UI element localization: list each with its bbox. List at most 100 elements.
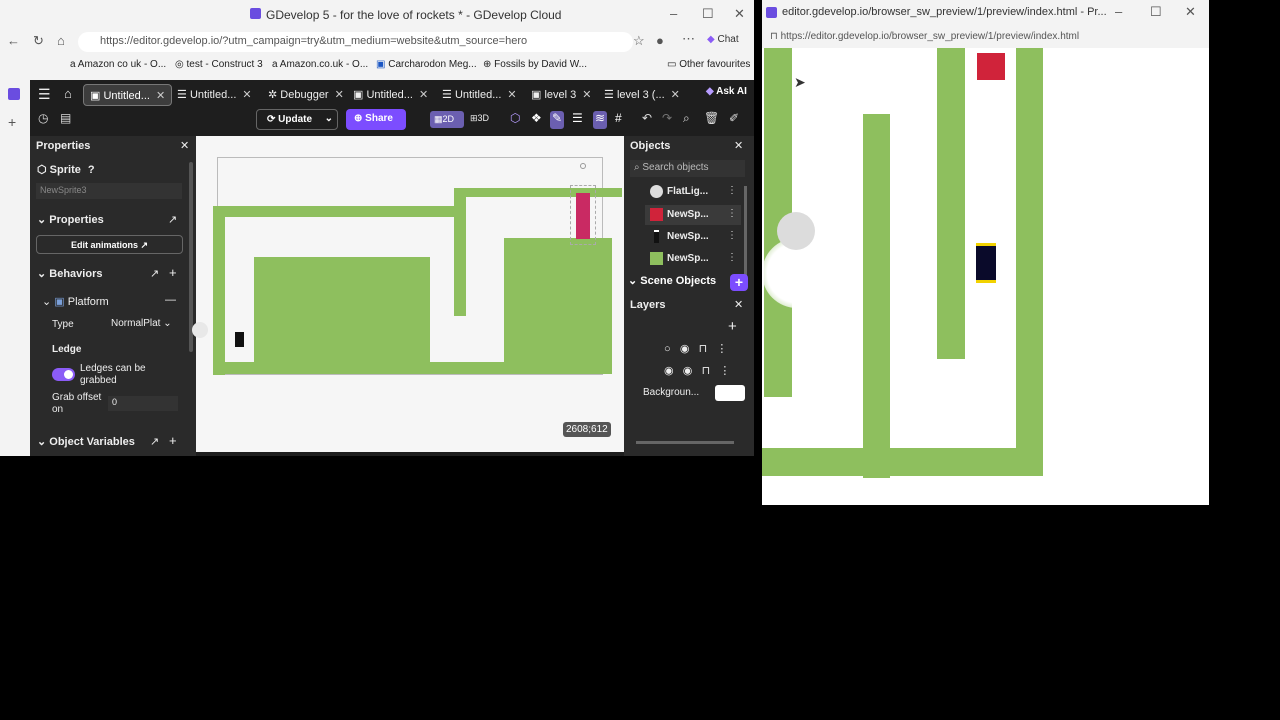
home-icon[interactable]: ⌂ xyxy=(57,33,65,48)
close-tab-icon[interactable]: ✕ xyxy=(419,89,428,101)
properties-list-icon[interactable]: ☰ xyxy=(572,111,583,129)
more-icon[interactable]: ⋮ xyxy=(727,185,737,196)
behaviors-section-toggle[interactable]: ⌄ Behaviors xyxy=(37,267,102,280)
add-behavior-icon[interactable]: + xyxy=(169,265,177,280)
close-tab-icon[interactable]: ✕ xyxy=(582,89,591,101)
close-tab-icon[interactable]: ✕ xyxy=(242,89,251,101)
open-external-icon[interactable]: ↗ xyxy=(150,435,159,448)
back-icon[interactable]: ← xyxy=(7,33,20,48)
add-icon[interactable]: + xyxy=(8,114,16,130)
close-icon[interactable]: ✕ xyxy=(734,298,743,311)
chat-button[interactable]: ◆ Chat xyxy=(707,34,739,45)
objects-group-icon[interactable]: ❖ xyxy=(531,111,542,129)
share-button[interactable]: ⊕ Share xyxy=(346,109,406,130)
close-icon[interactable]: ✕ xyxy=(180,139,189,152)
search-objects-input[interactable]: ⌕ Search objects xyxy=(630,160,745,177)
maximize-icon[interactable]: ☐ xyxy=(702,6,714,22)
more-icon[interactable]: ⋯ xyxy=(682,31,695,47)
open-external-icon[interactable]: ↗ xyxy=(150,267,159,280)
tab-level-3[interactable]: ▣ level 3 ✕ xyxy=(525,84,597,106)
edit-icon[interactable]: ✎ xyxy=(550,111,565,129)
lock-icon[interactable]: ⊓ xyxy=(699,343,708,355)
maximize-icon[interactable]: ☐ xyxy=(1150,4,1162,20)
mode-2d-toggle[interactable]: ▦2D xyxy=(430,111,464,128)
selection-handles[interactable] xyxy=(570,185,596,245)
list-item[interactable]: NewSp... ⋮ xyxy=(645,227,741,247)
close-icon[interactable]: ✕ xyxy=(734,139,743,152)
help-icon[interactable]: ? xyxy=(88,164,95,176)
player-sprite[interactable] xyxy=(235,332,244,347)
open-external-icon[interactable]: ↗ xyxy=(168,213,177,226)
scrollbar[interactable] xyxy=(189,162,193,352)
visibility-icon[interactable]: ◉ xyxy=(680,343,690,355)
more-icon[interactable]: ⋮ xyxy=(727,230,737,241)
history-icon[interactable]: ◷ xyxy=(38,111,48,129)
bookmark-item[interactable]: a Amazon co uk - O... xyxy=(70,59,166,70)
layer-row[interactable]: ◉ ◉ ⊓ ⋮ xyxy=(664,364,730,377)
object-name-input[interactable]: NewSprite3 xyxy=(36,183,182,199)
bookmark-item[interactable]: ⊕ Fossils by David W... xyxy=(483,59,587,70)
add-variable-icon[interactable]: + xyxy=(169,433,177,448)
profile-icon[interactable]: ● xyxy=(656,33,664,48)
lock-icon[interactable]: ⊓ xyxy=(702,365,711,377)
edit-scene-icon[interactable]: ✐ xyxy=(729,111,739,129)
light-object[interactable] xyxy=(192,322,208,338)
more-icon[interactable]: ⋮ xyxy=(719,365,730,377)
mode-3d-toggle[interactable]: ⊞3D xyxy=(470,113,489,124)
bookmark-item[interactable]: ▭ Other favourites xyxy=(667,59,750,70)
tab-level-3-events[interactable]: ☰ level 3 (... ✕ xyxy=(598,84,686,106)
object-icon[interactable]: ⬡ xyxy=(510,111,520,129)
remove-behavior-icon[interactable]: — xyxy=(165,294,176,306)
horizontal-scrollbar[interactable] xyxy=(636,441,734,444)
close-tab-icon[interactable]: ✕ xyxy=(156,90,165,102)
grid-toggle-icon[interactable]: # xyxy=(615,111,622,129)
address-bar[interactable]: ⊓ https://editor.gdevelop.io/browser_sw_… xyxy=(762,24,1209,48)
edit-animations-button[interactable]: Edit animations ↗ xyxy=(36,235,183,254)
more-icon[interactable]: ⋮ xyxy=(727,208,737,219)
home-tab-icon[interactable]: ⌂ xyxy=(64,86,72,101)
scene-objects-header[interactable]: ⌄ Scene Objects + xyxy=(628,274,748,292)
close-tab-icon[interactable]: ✕ xyxy=(335,89,344,101)
list-item[interactable]: NewSp... ⋮ xyxy=(645,205,741,225)
layers-icon[interactable]: ≋ xyxy=(593,111,608,129)
close-tab-icon[interactable]: ✕ xyxy=(671,89,680,101)
delete-icon[interactable]: 🗑 xyxy=(704,111,719,129)
ledge-grab-toggle[interactable] xyxy=(52,368,75,381)
zoom-icon[interactable]: ⌕ xyxy=(683,111,690,129)
type-select[interactable]: NormalPlat ⌄ xyxy=(111,318,172,329)
gdevelop-app-icon[interactable] xyxy=(8,88,20,100)
layer-row[interactable]: ○ ◉ ⊓ ⋮ xyxy=(664,342,727,355)
layer-radio-selected-icon[interactable]: ◉ xyxy=(664,365,674,377)
close-tab-icon[interactable]: ✕ xyxy=(507,89,516,101)
object-variables-toggle[interactable]: ⌄ Object Variables xyxy=(37,435,135,448)
properties-section-toggle[interactable]: ⌄ Properties xyxy=(37,213,104,226)
add-layer-icon[interactable]: + xyxy=(728,318,737,335)
bookmark-item[interactable]: ◎ test - Construct 3 xyxy=(175,59,263,70)
add-object-button[interactable]: + xyxy=(730,274,748,291)
platform-behavior-row[interactable]: ⌄ ▣ Platform xyxy=(42,295,109,308)
list-item[interactable]: FlatLig... ⋮ xyxy=(645,182,741,202)
redo-icon[interactable]: ↷ xyxy=(662,111,672,129)
layer-radio-icon[interactable]: ○ xyxy=(664,343,671,355)
undo-icon[interactable]: ↶ xyxy=(642,111,652,129)
tab-untitled-3[interactable]: ▣ Untitled... ✕ xyxy=(347,84,434,106)
tab-untitled-1[interactable]: ▣ Untitled... ✕ xyxy=(83,84,173,106)
close-icon[interactable]: ✕ xyxy=(1185,4,1196,20)
background-color-swatch[interactable] xyxy=(715,385,745,401)
minimize-icon[interactable]: – xyxy=(670,6,677,21)
minimize-icon[interactable]: – xyxy=(1115,4,1122,19)
game-canvas[interactable] xyxy=(762,48,1209,505)
visibility-icon[interactable]: ◉ xyxy=(683,365,693,377)
tab-debugger[interactable]: ✲ Debugger ✕ xyxy=(262,84,350,106)
address-bar[interactable]: https://editor.gdevelop.io/?utm_campaign… xyxy=(78,32,633,52)
update-button[interactable]: ⟳ Update ⌄ xyxy=(256,109,338,130)
rotation-handle[interactable] xyxy=(580,163,586,169)
scene-canvas[interactable]: 2608;612 xyxy=(192,136,624,452)
ask-ai-button[interactable]: ◆ Ask AI xyxy=(706,86,747,97)
favorite-icon[interactable]: ☆ xyxy=(633,33,645,49)
more-icon[interactable]: ⋮ xyxy=(716,343,727,355)
tab-untitled-4[interactable]: ☰ Untitled... ✕ xyxy=(436,84,523,106)
tab-untitled-2[interactable]: ☰ Untitled... ✕ xyxy=(171,84,258,106)
objects-scrollbar[interactable] xyxy=(744,186,747,276)
save-icon[interactable]: ▤ xyxy=(60,111,71,129)
